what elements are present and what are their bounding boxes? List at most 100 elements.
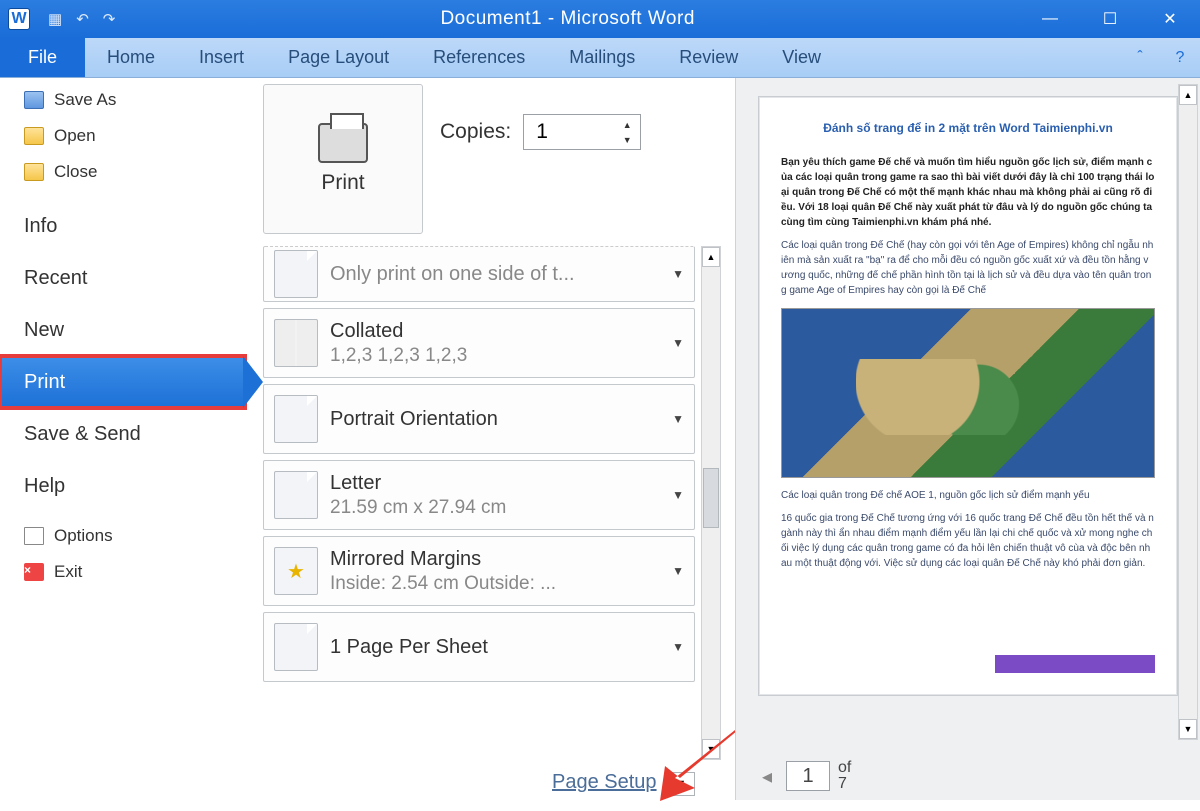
print-pane: Print Copies: 1 ▲▼ Only print on one sid…	[245, 78, 735, 800]
doc-para-2: Các loại quân trong Đế Chế (hay còn gọi …	[781, 238, 1155, 298]
current-page-value: 1	[802, 765, 813, 788]
chevron-down-icon: ▼	[672, 267, 684, 281]
setting-orientation[interactable]: Portrait Orientation ▼	[263, 384, 695, 454]
margins-icon	[274, 547, 318, 595]
setting-sides-sub: Only print on one side of t...	[330, 263, 575, 286]
scroll-down-icon[interactable]: ▼	[702, 739, 720, 759]
page-setup-link[interactable]: Page Setup	[552, 771, 657, 793]
maximize-button[interactable]: ☐	[1080, 0, 1140, 38]
scroll-thumb[interactable]	[703, 468, 719, 528]
doc-para-1: Bạn yêu thích game Đế chế và muốn tìm hi…	[781, 155, 1155, 230]
page-setup-dropdown[interactable]: ▼	[667, 772, 695, 796]
copies-value: 1	[536, 120, 548, 144]
orientation-icon	[274, 395, 318, 443]
tab-review[interactable]: Review	[657, 38, 760, 77]
chevron-down-icon: ▼	[672, 640, 684, 654]
disk-icon	[24, 91, 44, 109]
nav-close[interactable]: Close	[0, 154, 245, 190]
ribbon-collapse-icon[interactable]: ˆ	[1120, 38, 1160, 77]
doc-title: Đánh số trang để in 2 mặt trên Word Taim…	[781, 121, 1155, 135]
setting-collate-title: Collated	[330, 320, 467, 343]
nav-help[interactable]: Help	[0, 460, 245, 512]
doc-highlight-bar	[995, 655, 1155, 673]
preview-scrollbar[interactable]: ▲ ▼	[1178, 84, 1198, 740]
qat-save-icon[interactable]: ▦	[48, 10, 62, 28]
nav-recent[interactable]: Recent	[0, 252, 245, 304]
print-button-label: Print	[321, 171, 364, 195]
copies-down-icon[interactable]: ▼	[616, 132, 638, 147]
nav-exit-label: Exit	[54, 562, 82, 582]
nav-exit[interactable]: × Exit	[0, 554, 245, 590]
page-of-label: of	[838, 760, 851, 776]
setting-pages-per-sheet[interactable]: 1 Page Per Sheet ▼	[263, 612, 695, 682]
preview-scroll-up-icon[interactable]: ▲	[1179, 85, 1197, 105]
collate-icon	[274, 319, 318, 367]
tab-insert[interactable]: Insert	[177, 38, 266, 77]
tab-view[interactable]: View	[760, 38, 843, 77]
minimize-button[interactable]: —	[1020, 0, 1080, 38]
sides-icon	[274, 250, 318, 298]
qat-undo-icon[interactable]: ↶	[76, 10, 89, 28]
setting-margins-sub: Inside: 2.54 cm Outside: ...	[330, 573, 556, 595]
tab-mailings[interactable]: Mailings	[547, 38, 657, 77]
setting-collate[interactable]: Collated1,2,3 1,2,3 1,2,3 ▼	[263, 308, 695, 378]
folder-icon	[24, 163, 44, 181]
chevron-down-icon: ▼	[672, 488, 684, 502]
nav-save-as-label: Save As	[54, 90, 116, 110]
print-button[interactable]: Print	[263, 84, 423, 234]
current-page-input[interactable]: 1	[786, 761, 830, 791]
printer-icon	[318, 123, 368, 163]
paper-icon	[274, 471, 318, 519]
nav-new[interactable]: New	[0, 304, 245, 356]
nav-close-label: Close	[54, 162, 97, 182]
copies-input[interactable]: 1 ▲▼	[523, 114, 641, 150]
close-window-button[interactable]: ✕	[1140, 0, 1200, 38]
nav-open[interactable]: Open	[0, 118, 245, 154]
setting-print-sides[interactable]: Only print on one side of t... ▼	[263, 246, 695, 302]
nav-options[interactable]: Options	[0, 518, 245, 554]
setting-size-sub: 21.59 cm x 27.94 cm	[330, 497, 506, 519]
copies-label: Copies:	[440, 120, 511, 144]
nav-save-send[interactable]: Save & Send	[0, 408, 245, 460]
backstage-nav: Save As Open Close Info Recent New Print…	[0, 78, 245, 800]
setting-margins-title: Mirrored Margins	[330, 548, 556, 571]
page-icon	[24, 527, 44, 545]
setting-paper-size[interactable]: Letter21.59 cm x 27.94 cm ▼	[263, 460, 695, 530]
setting-collate-sub: 1,2,3 1,2,3 1,2,3	[330, 345, 467, 367]
titlebar: W ▦ ↶ ↷ Document1 - Microsoft Word — ☐ ✕	[0, 0, 1200, 38]
nav-print[interactable]: Print	[0, 356, 245, 408]
setting-sheet-title: 1 Page Per Sheet	[330, 636, 488, 659]
copies-up-icon[interactable]: ▲	[616, 117, 638, 132]
setting-margins[interactable]: Mirrored MarginsInside: 2.54 cm Outside:…	[263, 536, 695, 606]
chevron-down-icon: ▼	[672, 564, 684, 578]
ribbon-tabs: File Home Insert Page Layout References …	[0, 38, 1200, 78]
tab-home[interactable]: Home	[85, 38, 177, 77]
nav-save-as[interactable]: Save As	[0, 82, 245, 118]
scroll-up-icon[interactable]: ▲	[702, 247, 720, 267]
page-total: 7	[838, 776, 851, 792]
window-title: Document1 - Microsoft Word	[115, 8, 1020, 30]
print-preview: Đánh số trang để in 2 mặt trên Word Taim…	[735, 78, 1200, 800]
sheet-icon	[274, 623, 318, 671]
exit-icon: ×	[24, 563, 44, 581]
folder-open-icon	[24, 127, 44, 145]
prev-page-button[interactable]: ◂	[756, 764, 778, 789]
nav-info[interactable]: Info	[0, 200, 245, 252]
tab-page-layout[interactable]: Page Layout	[266, 38, 411, 77]
word-app-icon: W	[8, 8, 30, 30]
chevron-down-icon: ▼	[672, 336, 684, 350]
preview-page: Đánh số trang để in 2 mặt trên Word Taim…	[758, 96, 1178, 696]
preview-scroll-down-icon[interactable]: ▼	[1179, 719, 1197, 739]
nav-options-label: Options	[54, 526, 113, 546]
page-navigator: ◂ 1 of7	[756, 760, 851, 792]
doc-para-3: Các loại quân trong Đế chế AOE 1, nguồn …	[781, 488, 1155, 503]
qat-redo-icon[interactable]: ↷	[103, 10, 116, 28]
setting-orientation-title: Portrait Orientation	[330, 408, 498, 431]
setting-size-title: Letter	[330, 472, 506, 495]
settings-scrollbar[interactable]: ▲ ▼	[701, 246, 721, 760]
help-icon[interactable]: ?	[1160, 38, 1200, 77]
nav-open-label: Open	[54, 126, 96, 146]
tab-file[interactable]: File	[0, 38, 85, 77]
tab-references[interactable]: References	[411, 38, 547, 77]
doc-image	[781, 308, 1155, 478]
